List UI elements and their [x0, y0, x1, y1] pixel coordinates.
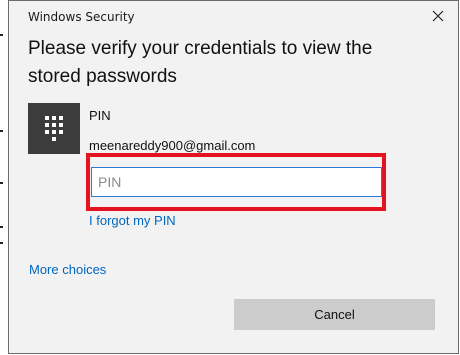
background-window-edge [0, 0, 8, 355]
windows-security-dialog: Windows Security Please verify your cred… [8, 0, 459, 354]
background-text-fragment [0, 182, 3, 184]
forgot-pin-link[interactable]: I forgot my PIN [89, 213, 176, 228]
more-choices-link[interactable]: More choices [29, 262, 106, 277]
dialog-title: Windows Security [28, 10, 135, 24]
background-text-fragment [0, 130, 3, 132]
cancel-button[interactable]: Cancel [234, 299, 435, 330]
background-text-fragment [0, 34, 3, 36]
pin-input-highlight [86, 153, 386, 211]
close-icon [432, 10, 444, 22]
credential-username: meenareddy900@gmail.com [89, 138, 256, 153]
background-text-fragment [0, 226, 3, 228]
dialog-heading: Please verify your credentials to view t… [28, 38, 373, 87]
credential-type-label: PIN [89, 108, 111, 123]
keypad-icon [28, 103, 80, 154]
background-text-fragment [0, 242, 3, 244]
close-button[interactable] [427, 5, 449, 27]
